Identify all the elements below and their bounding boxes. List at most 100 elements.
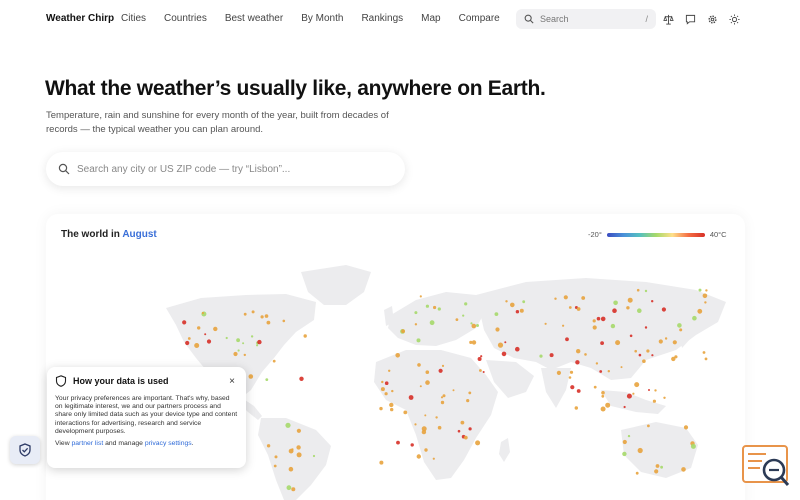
city-dot[interactable] bbox=[471, 340, 477, 345]
city-dot[interactable] bbox=[596, 316, 601, 321]
city-dot[interactable] bbox=[636, 288, 640, 292]
city-dot[interactable] bbox=[627, 434, 631, 438]
city-dot[interactable] bbox=[437, 307, 441, 311]
city-dot[interactable] bbox=[381, 380, 384, 384]
nav-link-countries[interactable]: Countries bbox=[164, 13, 207, 24]
city-dot[interactable] bbox=[661, 307, 667, 312]
city-dot[interactable] bbox=[574, 406, 578, 410]
city-dot[interactable] bbox=[654, 469, 659, 474]
city-dot[interactable] bbox=[480, 355, 483, 358]
city-dot[interactable] bbox=[250, 335, 254, 338]
city-dot[interactable] bbox=[390, 407, 394, 412]
city-dot[interactable] bbox=[646, 349, 650, 353]
city-dot[interactable] bbox=[683, 425, 689, 430]
city-dot[interactable] bbox=[251, 310, 255, 314]
city-dot[interactable] bbox=[477, 357, 482, 361]
city-dot[interactable] bbox=[432, 457, 435, 460]
city-dot[interactable] bbox=[187, 337, 191, 340]
city-dot[interactable] bbox=[494, 312, 499, 316]
header-search-input[interactable]: Search / bbox=[516, 9, 656, 29]
city-dot[interactable] bbox=[592, 319, 596, 323]
nav-link-best-weather[interactable]: Best weather bbox=[225, 13, 283, 24]
city-dot[interactable] bbox=[549, 353, 554, 358]
city-dot[interactable] bbox=[296, 445, 301, 450]
city-dot[interactable] bbox=[515, 310, 520, 314]
city-dot[interactable] bbox=[475, 440, 481, 446]
city-dot[interactable] bbox=[576, 307, 581, 311]
city-dot[interactable] bbox=[626, 306, 630, 310]
city-dot[interactable] bbox=[425, 380, 430, 385]
city-dot[interactable] bbox=[379, 406, 383, 411]
city-dot[interactable] bbox=[416, 338, 421, 343]
city-dot[interactable] bbox=[482, 371, 485, 373]
city-dot[interactable] bbox=[565, 337, 569, 342]
city-dot[interactable] bbox=[194, 343, 200, 348]
city-dot[interactable] bbox=[658, 339, 663, 344]
city-dot[interactable] bbox=[679, 328, 683, 332]
city-dot[interactable] bbox=[438, 368, 443, 373]
city-dot[interactable] bbox=[663, 396, 666, 399]
city-dot[interactable] bbox=[612, 308, 617, 313]
city-dot[interactable] bbox=[462, 314, 465, 317]
city-dot[interactable] bbox=[554, 297, 557, 300]
city-dot[interactable] bbox=[463, 435, 468, 440]
city-dot[interactable] bbox=[601, 394, 605, 398]
sun-icon[interactable] bbox=[727, 12, 741, 26]
city-dot[interactable] bbox=[632, 392, 635, 395]
city-dot[interactable] bbox=[575, 360, 580, 365]
chat-icon[interactable] bbox=[683, 12, 697, 26]
city-dot[interactable] bbox=[620, 366, 623, 369]
city-dot[interactable] bbox=[501, 351, 507, 357]
city-dot[interactable] bbox=[296, 452, 302, 458]
city-dot[interactable] bbox=[440, 400, 445, 405]
city-dot[interactable] bbox=[626, 393, 632, 399]
city-dot[interactable] bbox=[419, 385, 422, 388]
city-dot[interactable] bbox=[623, 405, 626, 409]
city-dot[interactable] bbox=[457, 429, 461, 433]
city-dot[interactable] bbox=[296, 428, 301, 433]
city-dot[interactable] bbox=[600, 406, 606, 412]
city-dot[interactable] bbox=[291, 487, 296, 492]
city-dot[interactable] bbox=[615, 340, 621, 346]
city-dot[interactable] bbox=[265, 378, 269, 381]
city-dot[interactable] bbox=[698, 288, 702, 292]
nav-link-by-month[interactable]: By Month bbox=[301, 13, 343, 24]
city-dot[interactable] bbox=[272, 359, 276, 363]
city-dot[interactable] bbox=[644, 289, 648, 293]
city-dot[interactable] bbox=[692, 315, 697, 321]
city-dot[interactable] bbox=[185, 340, 190, 346]
city-dot[interactable] bbox=[539, 354, 543, 358]
city-dot[interactable] bbox=[647, 424, 650, 428]
city-dot[interactable] bbox=[674, 355, 678, 359]
city-dot[interactable] bbox=[468, 391, 472, 395]
city-dot[interactable] bbox=[182, 320, 187, 325]
city-dot[interactable] bbox=[403, 410, 408, 415]
city-dot[interactable] bbox=[285, 422, 291, 428]
city-dot[interactable] bbox=[644, 326, 648, 329]
city-dot[interactable] bbox=[410, 443, 414, 447]
city-dot[interactable] bbox=[414, 423, 417, 426]
privacy-shield-button[interactable] bbox=[10, 436, 40, 464]
nav-link-compare[interactable]: Compare bbox=[459, 13, 500, 24]
city-dot[interactable] bbox=[476, 324, 479, 327]
city-dot[interactable] bbox=[634, 349, 637, 353]
city-dot[interactable] bbox=[595, 362, 599, 365]
brand-logo[interactable]: Weather Chirp bbox=[46, 13, 114, 24]
city-dot[interactable] bbox=[593, 385, 597, 389]
map-month-selector[interactable]: August bbox=[122, 229, 156, 240]
city-dot[interactable] bbox=[455, 318, 459, 321]
city-dot[interactable] bbox=[479, 369, 482, 372]
city-dot[interactable] bbox=[610, 323, 616, 329]
city-dot[interactable] bbox=[654, 389, 657, 392]
city-dot[interactable] bbox=[288, 448, 294, 454]
city-dot[interactable] bbox=[242, 342, 245, 345]
city-dot[interactable] bbox=[388, 369, 391, 372]
city-dot[interactable] bbox=[504, 341, 507, 344]
city-dot[interactable] bbox=[510, 302, 515, 308]
city-dot[interactable] bbox=[266, 444, 271, 448]
city-dot[interactable] bbox=[664, 337, 668, 340]
city-dot[interactable] bbox=[380, 387, 385, 392]
city-dot[interactable] bbox=[236, 338, 241, 343]
city-dot[interactable] bbox=[651, 300, 654, 303]
city-dot[interactable] bbox=[634, 382, 640, 388]
